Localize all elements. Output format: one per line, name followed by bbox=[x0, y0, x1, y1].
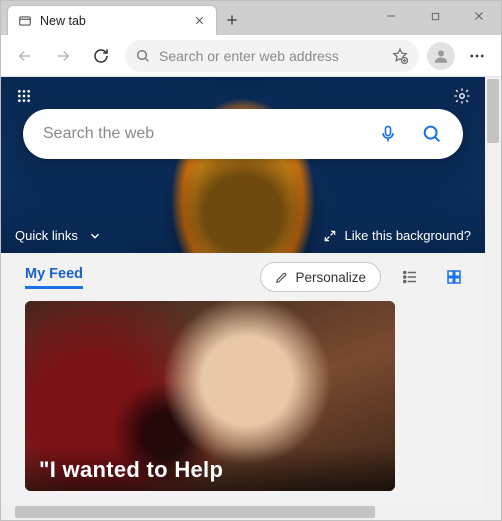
feed-cards-area: "I wanted to Help bbox=[1, 301, 485, 504]
horizontal-scroll-thumb[interactable] bbox=[15, 506, 375, 518]
vertical-scrollbar[interactable] bbox=[485, 77, 501, 504]
hero-bottom-row: Quick links Like this background? bbox=[15, 228, 471, 243]
back-button[interactable] bbox=[7, 39, 43, 73]
voice-search-button[interactable] bbox=[371, 117, 405, 151]
forward-button[interactable] bbox=[45, 39, 81, 73]
like-background-label: Like this background? bbox=[345, 228, 471, 243]
vertical-scroll-thumb[interactable] bbox=[487, 79, 499, 143]
chevron-down-icon bbox=[88, 229, 102, 243]
news-card-headline: "I wanted to Help bbox=[25, 447, 395, 491]
browser-window: New tab bbox=[0, 0, 502, 521]
address-input[interactable] bbox=[159, 48, 383, 64]
minimize-button[interactable] bbox=[369, 1, 413, 31]
page-content: Quick links Like this background? bbox=[1, 77, 485, 504]
horizontal-scrollbar[interactable] bbox=[1, 504, 501, 520]
favorite-add-icon[interactable] bbox=[391, 47, 409, 65]
tab-close-button[interactable] bbox=[190, 12, 208, 30]
apps-grid-button[interactable] bbox=[11, 83, 37, 109]
tab-title: New tab bbox=[40, 14, 182, 28]
web-search-box[interactable] bbox=[23, 109, 463, 159]
personalize-button[interactable]: Personalize bbox=[260, 262, 381, 292]
feed-header: My Feed Personalize bbox=[1, 253, 485, 301]
list-view-button[interactable] bbox=[395, 262, 425, 292]
close-window-button[interactable] bbox=[457, 1, 501, 31]
hero: Quick links Like this background? bbox=[1, 77, 485, 253]
grid-view-button[interactable] bbox=[439, 262, 469, 292]
quick-links-toggle[interactable]: Quick links bbox=[15, 228, 102, 243]
news-card[interactable]: "I wanted to Help bbox=[25, 301, 395, 491]
tabstrip: New tab bbox=[1, 1, 369, 35]
pencil-icon bbox=[275, 270, 289, 284]
feed-tab-myfeed[interactable]: My Feed bbox=[25, 266, 83, 289]
new-tab-button[interactable] bbox=[217, 5, 247, 35]
more-menu-button[interactable] bbox=[459, 39, 495, 73]
expand-icon bbox=[323, 229, 337, 243]
window-controls bbox=[369, 1, 501, 31]
toolbar bbox=[1, 35, 501, 77]
newtab-favicon-icon bbox=[18, 14, 32, 28]
like-background-link[interactable]: Like this background? bbox=[323, 228, 471, 243]
quick-links-label: Quick links bbox=[15, 228, 78, 243]
search-submit-button[interactable] bbox=[415, 117, 449, 151]
refresh-button[interactable] bbox=[83, 39, 119, 73]
web-search-input[interactable] bbox=[43, 125, 361, 143]
browser-tab[interactable]: New tab bbox=[7, 5, 217, 35]
personalize-label: Personalize bbox=[295, 270, 366, 285]
hero-top-row bbox=[11, 83, 475, 109]
titlebar: New tab bbox=[1, 1, 501, 35]
maximize-button[interactable] bbox=[413, 1, 457, 31]
page-settings-button[interactable] bbox=[449, 83, 475, 109]
profile-avatar[interactable] bbox=[427, 42, 455, 70]
address-bar[interactable] bbox=[125, 40, 419, 72]
content-row: Quick links Like this background? bbox=[1, 77, 501, 504]
search-icon bbox=[135, 48, 151, 64]
